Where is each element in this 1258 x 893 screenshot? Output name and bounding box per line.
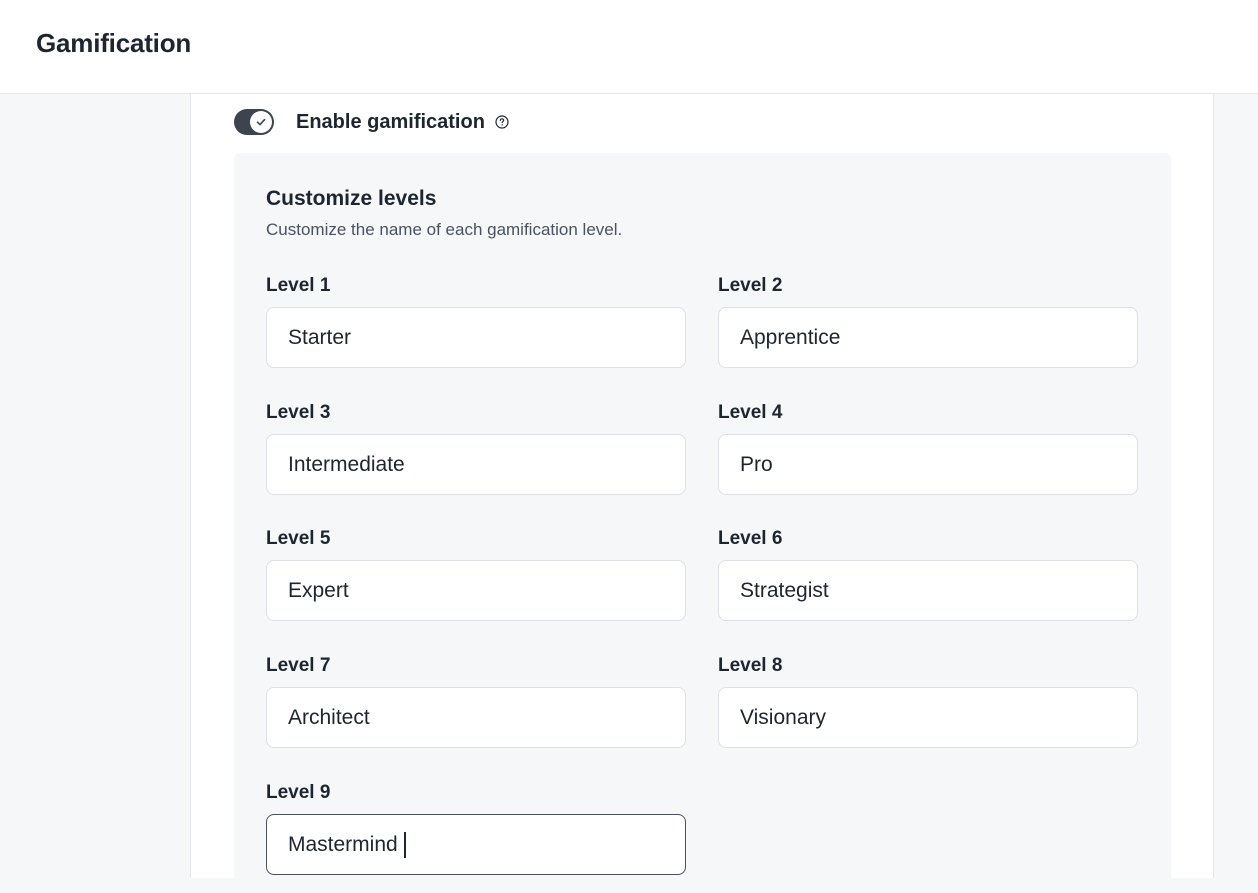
level-4-label: Level 4 — [718, 402, 783, 423]
level-9-field: Level 9 Mastermind — [266, 781, 686, 875]
level-7-field: Level 7 Architect — [266, 654, 686, 748]
customize-levels-description: Customize the name of each gamification … — [266, 220, 623, 239]
level-7-label: Level 7 — [266, 655, 331, 676]
level-8-label: Level 8 — [718, 655, 783, 676]
level-8-field: Level 8 Visionary — [718, 654, 1138, 748]
level-1-value: Starter — [288, 325, 352, 349]
toggle-knob — [250, 111, 272, 133]
text-caret — [403, 831, 406, 858]
customize-levels-panel: Customize levels Customize the name of e… — [234, 153, 1171, 893]
level-8-input[interactable]: Visionary — [718, 687, 1138, 748]
check-icon — [256, 118, 266, 126]
customize-levels-heading: Customize levels — [266, 187, 437, 210]
level-3-input[interactable]: Intermediate — [266, 434, 686, 495]
level-2-value: Apprentice — [740, 325, 841, 349]
level-2-label: Level 2 — [718, 275, 783, 296]
level-7-input[interactable]: Architect — [266, 687, 686, 748]
top-bar: Gamification — [0, 0, 1258, 94]
level-4-input[interactable]: Pro — [718, 434, 1138, 495]
level-6-label: Level 6 — [718, 528, 783, 549]
enable-gamification-row: Enable gamification — [234, 108, 509, 136]
level-5-label: Level 5 — [266, 528, 331, 549]
level-5-value: Expert — [288, 578, 349, 602]
level-9-input[interactable]: Mastermind — [266, 814, 686, 875]
level-9-label: Level 9 — [266, 782, 331, 803]
level-7-value: Architect — [288, 705, 370, 729]
toggle-label: Enable gamification — [296, 110, 485, 133]
level-1-label: Level 1 — [266, 275, 331, 296]
level-2-input[interactable]: Apprentice — [718, 307, 1138, 368]
level-1-input[interactable]: Starter — [266, 307, 686, 368]
level-1-field: Level 1 Starter — [266, 274, 686, 368]
level-6-value: Strategist — [740, 578, 829, 602]
question-circle-icon[interactable] — [495, 115, 509, 129]
page-title: Gamification — [36, 28, 192, 58]
level-6-input[interactable]: Strategist — [718, 560, 1138, 621]
level-9-value: Mastermind — [288, 832, 398, 856]
level-5-field: Level 5 Expert — [266, 527, 686, 621]
level-3-value: Intermediate — [288, 452, 405, 476]
level-3-label: Level 3 — [266, 402, 331, 423]
level-2-field: Level 2 Apprentice — [718, 274, 1138, 368]
level-4-value: Pro — [740, 452, 773, 476]
level-6-field: Level 6 Strategist — [718, 527, 1138, 621]
enable-gamification-toggle[interactable] — [234, 109, 274, 135]
level-3-field: Level 3 Intermediate — [266, 401, 686, 495]
settings-content: Enable gamification Customize levels Cus… — [190, 94, 1214, 893]
level-4-field: Level 4 Pro — [718, 401, 1138, 495]
level-8-value: Visionary — [740, 705, 826, 729]
level-5-input[interactable]: Expert — [266, 560, 686, 621]
